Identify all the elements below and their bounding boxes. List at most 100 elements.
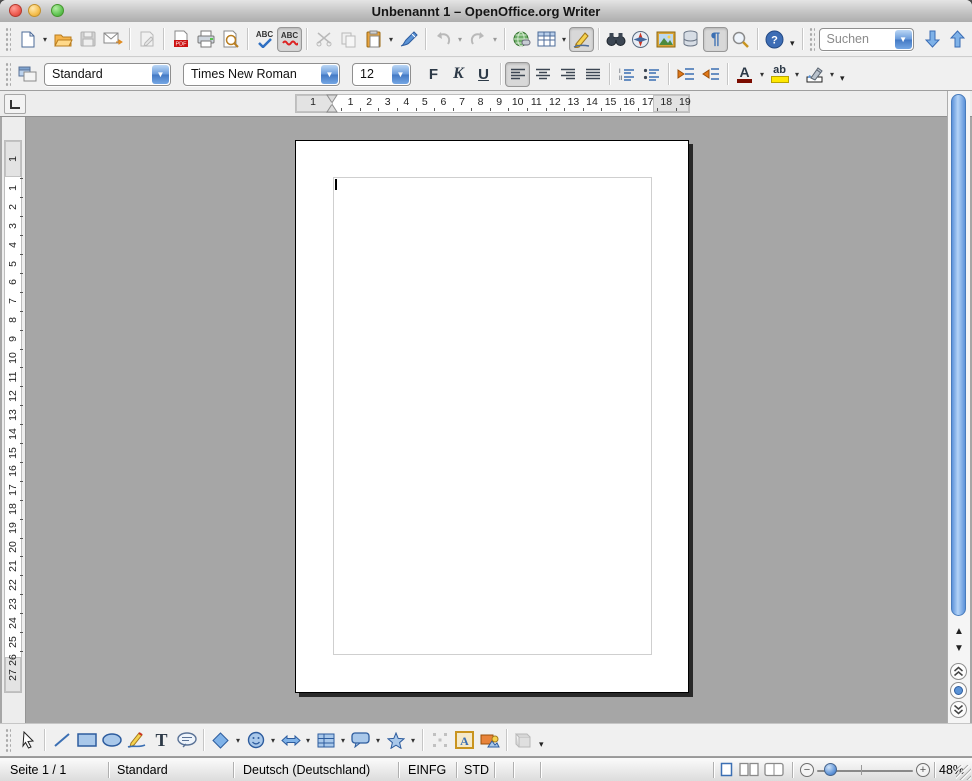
scrollbar-thumb[interactable] bbox=[951, 94, 966, 616]
toolbar-overflow-button[interactable]: ▾ bbox=[790, 38, 795, 49]
print-button[interactable] bbox=[193, 27, 218, 52]
symbol-shapes-button[interactable] bbox=[243, 728, 268, 753]
gallery-button[interactable] bbox=[653, 27, 678, 52]
spellcheck-button[interactable]: ABC bbox=[252, 27, 277, 52]
freeform-line-button[interactable] bbox=[124, 728, 149, 753]
toolbar-drag-handle[interactable] bbox=[5, 62, 11, 86]
scroll-down-button[interactable]: ▼ bbox=[948, 643, 970, 654]
text-tool-button[interactable]: T bbox=[149, 728, 174, 753]
horizontal-ruler[interactable]: 1 12345678910111213141516171819 bbox=[0, 91, 972, 117]
vertical-ruler[interactable]: 1 27 12345678910111213141516171819202122… bbox=[2, 117, 26, 723]
fontwork-gallery-button[interactable]: A bbox=[452, 728, 477, 753]
paragraph-style-select[interactable]: Standard ▼ bbox=[44, 63, 171, 86]
numbered-list-button[interactable]: III bbox=[614, 62, 639, 87]
document-page[interactable] bbox=[295, 140, 689, 693]
toolbar-drag-handle[interactable] bbox=[5, 728, 11, 752]
callouts-dropdown[interactable]: ▾ bbox=[373, 736, 383, 745]
block-arrows-dropdown[interactable]: ▾ bbox=[303, 736, 313, 745]
search-dropdown-button[interactable]: ▼ bbox=[895, 30, 912, 49]
hyperlink-button[interactable] bbox=[509, 27, 534, 52]
callouts-button[interactable] bbox=[348, 728, 373, 753]
tab-stop-selector[interactable] bbox=[4, 94, 26, 114]
basic-shapes-dropdown[interactable]: ▾ bbox=[233, 736, 243, 745]
new-document-button[interactable] bbox=[15, 27, 40, 52]
new-document-dropdown[interactable]: ▾ bbox=[40, 35, 50, 44]
insert-mode-field[interactable]: EINFG bbox=[408, 758, 446, 781]
scroll-up-button[interactable]: ▲ bbox=[948, 626, 970, 637]
underline-button[interactable]: U bbox=[471, 62, 496, 87]
find-previous-button[interactable] bbox=[945, 27, 970, 52]
find-next-button[interactable] bbox=[920, 27, 945, 52]
zoom-in-button[interactable]: + bbox=[916, 763, 930, 777]
search-input[interactable]: Suchen ▼ bbox=[819, 28, 914, 51]
bullet-list-button[interactable] bbox=[639, 62, 664, 87]
flowchart-dropdown[interactable]: ▾ bbox=[338, 736, 348, 745]
help-button[interactable]: ? bbox=[762, 27, 787, 52]
italic-button[interactable]: K bbox=[446, 62, 471, 87]
document-view[interactable]: 1 27 12345678910111213141516171819202122… bbox=[0, 117, 972, 723]
single-page-view-button[interactable] bbox=[720, 758, 733, 781]
styles-window-button[interactable] bbox=[15, 62, 40, 87]
bold-button[interactable]: F bbox=[421, 62, 446, 87]
page-style-field[interactable]: Standard bbox=[117, 758, 168, 781]
formatting-marks-toggle[interactable]: ¶ bbox=[703, 27, 728, 52]
paragraph-style-dropdown[interactable]: ▼ bbox=[152, 65, 169, 84]
font-color-dropdown[interactable]: ▾ bbox=[757, 70, 767, 79]
rectangle-tool-button[interactable] bbox=[74, 728, 99, 753]
email-button[interactable] bbox=[100, 27, 125, 52]
previous-page-button[interactable] bbox=[950, 663, 967, 680]
close-button[interactable] bbox=[9, 4, 22, 17]
align-center-button[interactable] bbox=[530, 62, 555, 87]
data-sources-button[interactable] bbox=[678, 27, 703, 52]
format-paintbrush-button[interactable] bbox=[396, 27, 421, 52]
text-boundary[interactable] bbox=[333, 177, 652, 655]
show-draw-functions-toggle[interactable] bbox=[569, 27, 594, 52]
block-arrows-button[interactable] bbox=[278, 728, 303, 753]
align-right-button[interactable] bbox=[555, 62, 580, 87]
toolbar-drag-handle[interactable] bbox=[5, 27, 11, 51]
multi-page-view-button[interactable] bbox=[739, 758, 759, 781]
increase-indent-button[interactable] bbox=[698, 62, 723, 87]
decrease-indent-button[interactable] bbox=[673, 62, 698, 87]
symbol-shapes-dropdown[interactable]: ▾ bbox=[268, 736, 278, 745]
navigator-button[interactable] bbox=[628, 27, 653, 52]
background-color-dropdown[interactable]: ▾ bbox=[827, 70, 837, 79]
vertical-scrollbar[interactable]: ▲ ▼ bbox=[947, 91, 970, 723]
paste-dropdown[interactable]: ▾ bbox=[386, 35, 396, 44]
insert-table-button[interactable] bbox=[534, 27, 559, 52]
paste-button[interactable] bbox=[361, 27, 386, 52]
ellipse-tool-button[interactable] bbox=[99, 728, 124, 753]
toolbar-overflow-button[interactable]: ▾ bbox=[539, 739, 544, 750]
zoom-out-button[interactable]: − bbox=[800, 763, 814, 777]
select-button[interactable] bbox=[15, 728, 40, 753]
stars-dropdown[interactable]: ▾ bbox=[408, 736, 418, 745]
align-left-button[interactable] bbox=[505, 62, 530, 87]
minimize-button[interactable] bbox=[28, 4, 41, 17]
indent-marker-icon[interactable] bbox=[326, 94, 338, 113]
insert-table-dropdown[interactable]: ▾ bbox=[559, 35, 569, 44]
justify-button[interactable] bbox=[580, 62, 605, 87]
font-name-dropdown[interactable]: ▼ bbox=[321, 65, 338, 84]
font-size-dropdown[interactable]: ▼ bbox=[392, 65, 409, 84]
zoom-button[interactable] bbox=[728, 27, 753, 52]
toolbar-overflow-button[interactable]: ▾ bbox=[840, 73, 845, 84]
flowchart-button[interactable] bbox=[313, 728, 338, 753]
text-callout-button[interactable] bbox=[174, 728, 199, 753]
next-page-button[interactable] bbox=[950, 701, 967, 718]
zoom-slider-handle[interactable] bbox=[824, 763, 837, 776]
line-tool-button[interactable] bbox=[49, 728, 74, 753]
highlighting-button[interactable]: ab bbox=[767, 62, 792, 87]
find-replace-button[interactable] bbox=[603, 27, 628, 52]
open-button[interactable] bbox=[50, 27, 75, 52]
font-color-button[interactable]: A bbox=[732, 62, 757, 87]
navigation-button[interactable] bbox=[950, 682, 967, 699]
zoom-window-button[interactable] bbox=[51, 4, 64, 17]
background-color-button[interactable] bbox=[802, 62, 827, 87]
highlighting-dropdown[interactable]: ▾ bbox=[792, 70, 802, 79]
book-view-button[interactable] bbox=[764, 758, 784, 781]
language-field[interactable]: Deutsch (Deutschland) bbox=[243, 758, 370, 781]
auto-spellcheck-toggle[interactable]: ABC bbox=[277, 27, 302, 52]
stars-button[interactable] bbox=[383, 728, 408, 753]
selection-mode-field[interactable]: STD bbox=[464, 758, 489, 781]
page-number-field[interactable]: Seite 1 / 1 bbox=[10, 758, 66, 781]
